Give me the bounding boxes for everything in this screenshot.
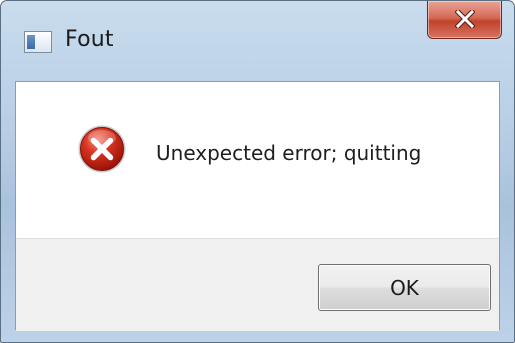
dialog-content: Unexpected error; quitting OK xyxy=(15,81,500,331)
window-title: Fout xyxy=(65,27,114,52)
message-area: Unexpected error; quitting xyxy=(16,82,499,238)
ok-button[interactable]: OK xyxy=(318,264,491,311)
error-message: Unexpected error; quitting xyxy=(156,141,422,165)
error-icon xyxy=(78,125,126,173)
close-button[interactable] xyxy=(427,1,502,39)
close-icon xyxy=(455,10,475,28)
application-window-icon xyxy=(24,31,52,53)
title-bar[interactable]: Fout xyxy=(1,1,514,81)
button-area: OK xyxy=(16,238,499,331)
dialog-window: Fout Unexpected error; quitting OK xyxy=(0,0,515,343)
